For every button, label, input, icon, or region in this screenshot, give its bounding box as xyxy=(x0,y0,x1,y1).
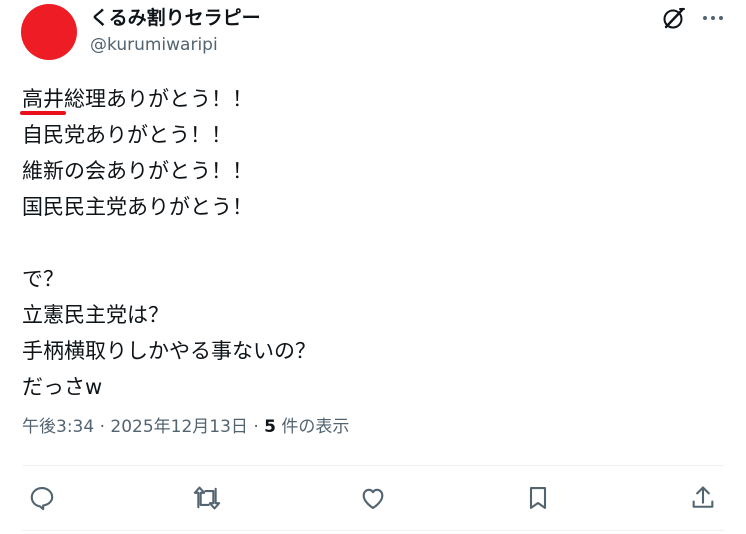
tweet-time[interactable]: 午後3:34 xyxy=(22,417,94,437)
tweet-line: 国民民主党ありがとう！ xyxy=(22,195,253,219)
tweet-meta: 午後3:34 · 2025年12月13日 · 5 件の表示 xyxy=(22,415,349,439)
reply-icon[interactable] xyxy=(25,481,59,515)
underlined-text: 高井 xyxy=(20,81,66,117)
tweet-text: 高井総理ありがとう！！ 自民党ありがとう！！ 維新の会ありがとう！！ 国民民主党… xyxy=(20,81,722,405)
user-handle[interactable]: @kurumiwaripi xyxy=(90,34,218,56)
meta-separator: · xyxy=(94,417,111,437)
share-icon[interactable] xyxy=(686,481,720,515)
like-icon[interactable] xyxy=(356,481,390,515)
divider xyxy=(22,530,724,531)
views-label: 件の表示 xyxy=(276,417,350,437)
display-name[interactable]: くるみ割りセラピー xyxy=(90,6,261,30)
grok-icon[interactable] xyxy=(660,4,688,32)
tweet-line: だっさw xyxy=(22,375,103,399)
tweet-line: で？ xyxy=(22,267,64,291)
tweet-line-text: 総理ありがとう！！ xyxy=(64,87,253,111)
retweet-icon[interactable] xyxy=(190,481,224,515)
tweet-line: 手柄横取りしかやる事ないの？ xyxy=(22,339,316,363)
tweet-line: 維新の会ありがとう！！ xyxy=(22,159,253,183)
divider xyxy=(22,465,724,466)
meta-separator: · xyxy=(247,417,265,437)
more-icon[interactable] xyxy=(699,4,727,32)
tweet-line: 高井総理ありがとう！！ xyxy=(20,81,722,117)
tweet-line: 立憲民主党は？ xyxy=(22,303,169,327)
bookmark-icon[interactable] xyxy=(521,481,555,515)
tweet-line: 自民党ありがとう！！ xyxy=(22,123,232,147)
avatar[interactable] xyxy=(21,4,77,60)
tweet-date[interactable]: 2025年12月13日 xyxy=(110,417,248,437)
views-count: 5 xyxy=(264,417,276,437)
